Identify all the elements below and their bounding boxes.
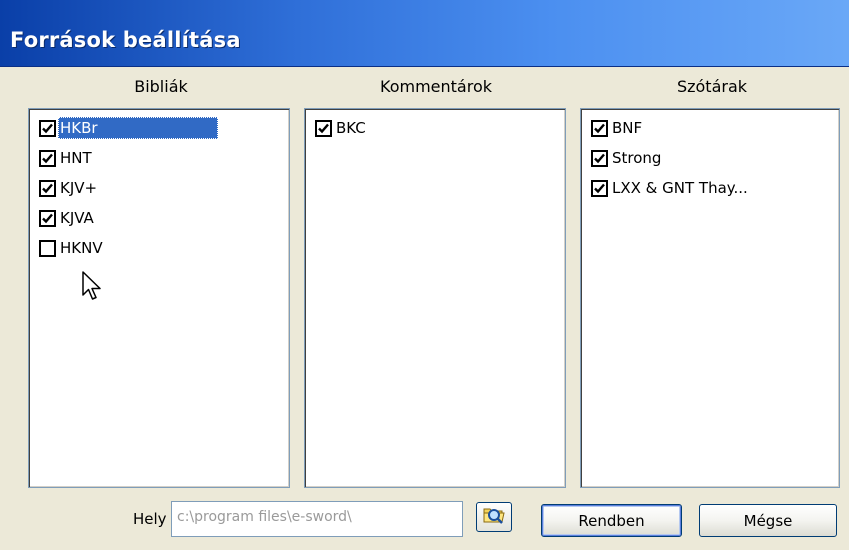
checkbox-checked[interactable]: [39, 209, 56, 227]
checkbox-checked[interactable]: [39, 149, 56, 167]
ok-button[interactable]: Rendben: [541, 504, 682, 537]
bibles-list[interactable]: HKBr HNT KJV+ KJVA HKNV: [28, 108, 290, 488]
list-item[interactable]: HKNV: [39, 235, 105, 261]
list-item[interactable]: KJVA: [39, 205, 96, 231]
list-item[interactable]: Strong: [591, 145, 663, 171]
commentaries-header: Kommentárok: [380, 77, 492, 96]
cancel-button[interactable]: Mégse: [699, 504, 837, 537]
list-item-label: Strong: [612, 149, 662, 167]
list-item-label: HNT: [60, 149, 92, 167]
list-item[interactable]: BKC: [315, 115, 368, 141]
checkbox-checked[interactable]: [591, 179, 608, 197]
list-item[interactable]: HKBr: [39, 115, 218, 141]
list-item[interactable]: LXX & GNT Thay...: [591, 175, 750, 201]
dictionaries-list[interactable]: BNF Strong LXX & GNT Thay...: [580, 108, 840, 488]
bibles-header: Bibliák: [134, 77, 188, 96]
list-item-label: BKC: [336, 119, 366, 137]
checkbox-unchecked[interactable]: [39, 239, 56, 257]
checkbox-checked[interactable]: [591, 149, 608, 167]
checkbox-checked[interactable]: [591, 119, 608, 137]
list-item-label: HKBr: [58, 117, 218, 139]
list-item-label: KJVA: [60, 209, 94, 227]
sources-settings-dialog: Források beállítása Bibliák HKBr HNT KJV…: [0, 0, 849, 550]
commentaries-list[interactable]: BKC: [304, 108, 566, 488]
window-title: Források beállítása: [10, 28, 241, 52]
checkbox-checked[interactable]: [315, 119, 332, 137]
folder-search-icon: [482, 504, 506, 530]
mouse-pointer-icon: [82, 271, 104, 307]
list-item-label: HKNV: [60, 239, 103, 257]
browse-folder-button[interactable]: [476, 502, 512, 532]
list-item[interactable]: KJV+: [39, 175, 99, 201]
location-label: Hely: [133, 510, 167, 528]
checkbox-checked[interactable]: [39, 119, 56, 137]
list-item-label: LXX & GNT Thay...: [612, 179, 748, 197]
title-bar[interactable]: Források beállítása: [0, 0, 849, 67]
checkbox-checked[interactable]: [39, 179, 56, 197]
list-item[interactable]: BNF: [591, 115, 644, 141]
list-item-label: KJV+: [60, 179, 98, 197]
list-item-label: BNF: [612, 119, 643, 137]
list-item[interactable]: HNT: [39, 145, 94, 171]
location-path-field[interactable]: c:\program files\e-sword\: [171, 501, 463, 537]
dictionaries-header: Szótárak: [676, 77, 748, 96]
